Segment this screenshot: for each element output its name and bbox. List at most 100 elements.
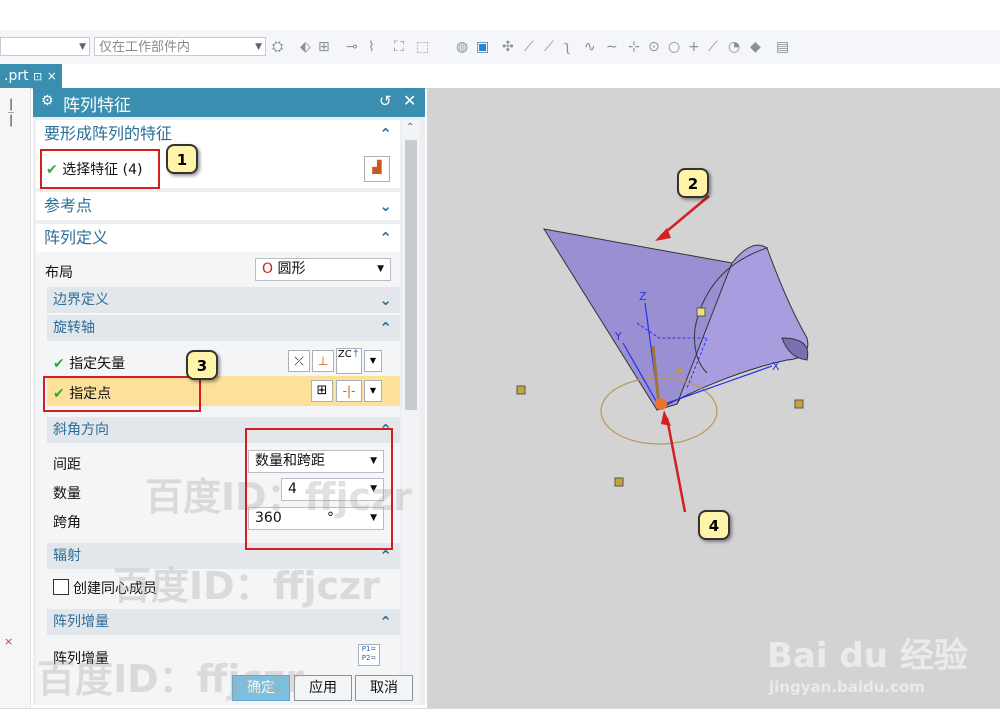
resource-bar: ┃ ┄ ┃ × (0, 88, 31, 708)
marker-cube (696, 307, 706, 317)
highlight-spacing-params (245, 428, 393, 550)
circle-icon: O (262, 261, 274, 277)
wave-icon[interactable]: ∼ (606, 39, 618, 55)
dialog-title-bar: ⚙ 阵列特征 ↺ ✕ (33, 88, 425, 117)
section-title: 要形成阵列的特征 (44, 124, 173, 143)
callout-4: 4 (698, 510, 730, 540)
tab-part-file[interactable]: .prt ⊡ × (0, 64, 62, 88)
chevron-up-icon[interactable]: ⌃ (379, 120, 392, 148)
increment-button[interactable]: P1= P2= (358, 644, 380, 666)
x-axis-label: X (772, 360, 780, 373)
section-title: 阵列定义 (44, 228, 109, 247)
chevron-down-icon[interactable]: ⌄ (379, 192, 392, 220)
intersect-icon[interactable]: ⊹ (628, 39, 640, 55)
tab-label: .prt (4, 68, 29, 84)
spline-icon[interactable]: ∿ (584, 39, 596, 55)
vector-dialog-button[interactable]: ⊥ (312, 350, 334, 372)
point-dialog-button[interactable]: ⊞ (311, 380, 333, 402)
scrollbar-thumb[interactable] (405, 140, 417, 410)
arrowhead-icon (661, 410, 671, 426)
subsection-increment[interactable]: 阵列增量 ⌃ (47, 609, 400, 635)
chevron-down-icon: ▼ (255, 42, 262, 52)
point-options-dropdown[interactable]: ▼ (364, 380, 382, 402)
subsection-rotation-axis[interactable]: 旋转轴 ⌃ (47, 315, 400, 341)
scope-combo[interactable]: 仅在工作部件内 ▼ (94, 37, 266, 56)
point-snap-icon[interactable]: ✣ (502, 39, 514, 55)
zc-vector-button[interactable]: ZC↑ (336, 348, 362, 374)
pick-icon[interactable]: ⊸ (346, 39, 358, 55)
increment-icon-text: P1= P2= (361, 645, 377, 662)
dock-handle-icon[interactable]: ┃ ┄ ┃ (8, 101, 14, 127)
gear-icon: ⚙ (41, 93, 54, 109)
specify-vector-label[interactable]: ✔ 指定矢量 (53, 353, 125, 373)
callout-3: 3 (186, 350, 218, 380)
marker-cube (516, 385, 526, 395)
highlight-select-feature (40, 149, 160, 189)
point-type-button[interactable]: -|- (336, 380, 362, 402)
marker-cube (794, 399, 804, 409)
reset-icon[interactable]: ↺ (379, 92, 392, 110)
section-features[interactable]: 要形成阵列的特征 ⌃ (36, 120, 400, 148)
subsection-title: 阵列增量 (53, 614, 109, 630)
section-pattern-definition[interactable]: 阵列定义 ⌃ (36, 224, 400, 252)
watermark-baidu-id: 百度ID：ffjczr (113, 564, 380, 608)
watermark-baidu-logo: Bai du 经验 (767, 636, 968, 676)
graphics-viewport[interactable]: Z Y X Bai du 经验 jingyan.baidu.com (427, 88, 1000, 708)
subsection-title: 边界定义 (53, 292, 109, 308)
feature-pick-button[interactable]: ▟ (364, 156, 390, 182)
dialog-scrollbar[interactable]: ⌃ ⌄ (402, 120, 420, 705)
fill-icon[interactable]: ◆ (750, 39, 761, 55)
scroll-up-icon[interactable]: ⌃ (406, 122, 414, 133)
chevron-down-icon[interactable]: ⌄ (379, 287, 392, 313)
subsection-title: 斜角方向 (53, 422, 109, 438)
count-label: 数量 (53, 486, 81, 502)
pointer-arrow-2 (660, 195, 710, 237)
cancel-button[interactable]: 取消 (355, 675, 413, 701)
quadrant-icon[interactable]: ◔ (728, 39, 740, 55)
subsection-title: 旋转轴 (53, 320, 95, 336)
origin-point (655, 398, 667, 410)
layout-dropdown[interactable]: O 圆形 ▼ (255, 258, 391, 281)
layer-icon[interactable]: ▤ (776, 39, 789, 55)
chevron-up-icon[interactable]: ⌃ (379, 609, 392, 635)
filter-icon[interactable]: ⊞ (318, 39, 330, 55)
chevron-up-icon[interactable]: ⌃ (379, 224, 392, 252)
checkmark-icon: ✔ (53, 356, 65, 372)
tab-bar: .prt ⊡ × (0, 64, 1000, 89)
subsection-boundary[interactable]: 边界定义 ⌄ (47, 287, 400, 313)
filter-combo[interactable]: ▼ (0, 37, 90, 56)
curve-icon[interactable]: ʅ (564, 39, 570, 55)
layout-value: 圆形 (277, 261, 306, 277)
reverse-vector-button[interactable]: ⤫ (288, 350, 310, 372)
close-icon[interactable]: ✕ (403, 91, 416, 110)
box-select-icon[interactable]: ⬚ (416, 39, 429, 55)
scope-value: 仅在工作部件内 (99, 40, 191, 55)
callout-2: 2 (677, 168, 709, 198)
section-reference-point[interactable]: 参考点 ⌄ (36, 192, 400, 220)
tangent-icon[interactable]: ⟋ (544, 39, 554, 55)
watermark-baidu-id: 百度ID：ffjczr (37, 657, 304, 701)
highlight-specify-point (43, 376, 201, 412)
section-title: 参考点 (44, 196, 93, 215)
concentric-checkbox[interactable] (53, 579, 69, 595)
model-view: Z Y X (516, 195, 809, 513)
line-icon[interactable]: ⟋ (524, 39, 534, 55)
move-icon[interactable]: ⛶ (394, 39, 404, 55)
cube-icon[interactable]: ▣ (476, 39, 489, 55)
chevron-down-icon: ▼ (377, 264, 384, 274)
vector-options-dropdown[interactable]: ▼ (364, 350, 382, 372)
up-arrow-icon: ↑ (351, 349, 361, 360)
circle-icon[interactable]: ○ (668, 39, 680, 55)
shade-icon[interactable]: ◍ (456, 39, 468, 55)
select-icon[interactable]: ⬖ (300, 39, 311, 55)
chevron-up-icon[interactable]: ⌃ (379, 315, 392, 341)
pin-icon[interactable]: ⊡ (33, 70, 42, 83)
close-icon[interactable]: × (47, 69, 57, 83)
snap-icon[interactable]: ⛭ (272, 39, 283, 55)
x-axis-mark-icon: × (4, 635, 14, 648)
lasso-icon[interactable]: ⌇ (368, 39, 375, 55)
diagonal-icon[interactable]: ⟋ (708, 39, 718, 55)
plus-icon[interactable]: + (688, 39, 700, 55)
subsection-title: 辐射 (53, 548, 81, 564)
center-icon[interactable]: ⊙ (648, 39, 660, 55)
